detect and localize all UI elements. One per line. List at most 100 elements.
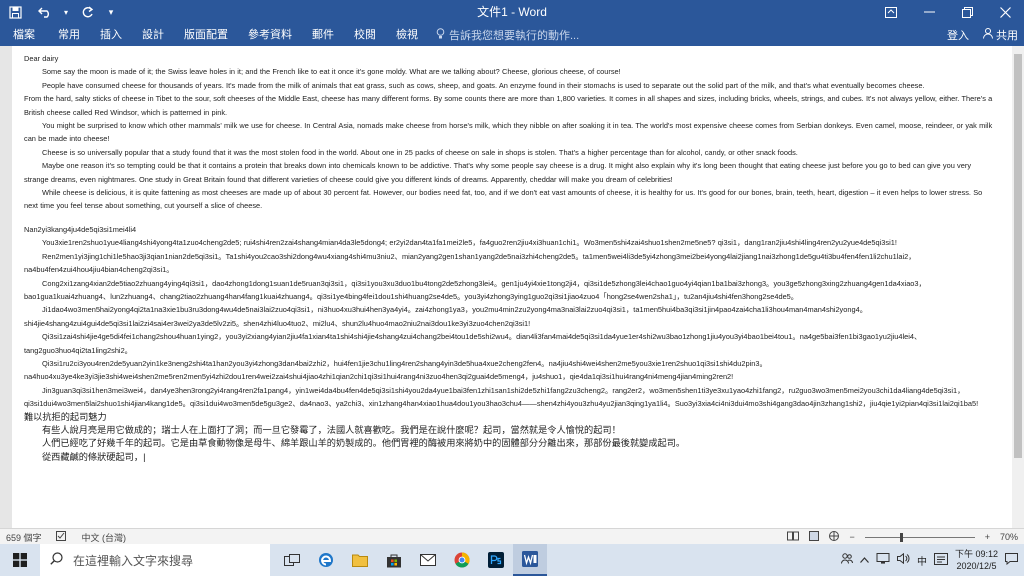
tab-layout[interactable]: 版面配置 (174, 24, 238, 46)
pinyin-title: Nan2yi3kang4ju4de5qi3si1mei4li4 (24, 224, 137, 234)
search-placeholder: 在這裡輸入文字來搜尋 (73, 553, 194, 568)
paragraph: While cheese is delicious, it is quite f… (24, 188, 983, 211)
paragraph: You might be surprised to know which oth… (24, 121, 993, 144)
window-controls (872, 0, 1024, 24)
pinyin-paragraph: You3xie1ren2shuo1yue4liang4shi4yong4ta1z… (42, 238, 897, 248)
chinese-paragraph: 有些人說月亮是用它做成的；瑞士人在上面打了洞；而一旦它發霉了，法國人就喜歡吃。我… (42, 424, 621, 435)
chinese-paragraph-text: 從西藏鹹的條狀硬起司， (42, 451, 144, 462)
redo-icon[interactable] (72, 0, 102, 24)
document-page[interactable]: Dear dairy Some say the moon is made of … (12, 46, 1012, 528)
tell-me-text: 告訴我您想要執行的動作... (449, 30, 580, 42)
pinyin-paragraph: Qi3si1ru2ci3you4ren2de5yuan2yin1ke3neng2… (24, 358, 767, 382)
proofing-icon[interactable] (55, 531, 68, 543)
network-icon[interactable] (876, 553, 890, 567)
taskbar-apps (275, 544, 547, 576)
word-count[interactable]: 659 個字 (6, 531, 42, 544)
volume-icon[interactable] (896, 552, 910, 567)
pinyin-paragraph: Ren2men1yi3jing1chi1le5hao3ji3qian1nian2… (24, 251, 916, 275)
tab-design[interactable]: 設計 (132, 24, 174, 46)
taskbar: 在這裡輸入文字來搜尋 中 下午 09:12 2020/12/5 (0, 544, 1024, 576)
tab-view[interactable]: 檢視 (386, 24, 428, 46)
undo-icon[interactable] (30, 0, 60, 24)
search-icon (50, 552, 63, 568)
chinese-paragraph: 人們已經吃了好幾千年的起司。它是由草食動物像是母牛、綿羊跟山羊的奶製成的。他們胃… (42, 438, 686, 449)
word-window: 文件1 - Word ▾ ▾ 檔案 常用 插入 設計 版面配置 參考資料 郵件 … (0, 0, 1024, 576)
pinyin-paragraph: Ji1dao4wo3men5hai2yong4qi2ta1na3xie1bu3r… (24, 305, 868, 328)
save-icon[interactable] (0, 0, 30, 24)
taskbar-search-box[interactable]: 在這裡輸入文字來搜尋 (40, 544, 270, 576)
ribbon-tabs: 檔案 常用 插入 設計 版面配置 參考資料 郵件 校閱 檢視 告訴我您想要執行的… (0, 24, 579, 46)
minimize-icon[interactable] (910, 0, 948, 24)
pinyin-paragraph: Qi3si1zai4shi4jie4ge5di4fei1chang2shou4h… (24, 332, 922, 355)
tab-review[interactable]: 校閱 (344, 24, 386, 46)
paragraph: People have consumed cheese for thousand… (42, 80, 925, 90)
paragraph: Cheese is so universally popular that a … (42, 147, 798, 157)
edge-browser-icon[interactable] (309, 544, 343, 576)
status-left: 659 個字 中文 (台灣) (6, 529, 126, 545)
store-icon[interactable] (377, 544, 411, 576)
windows-start-icon[interactable] (0, 544, 40, 576)
pinyin-paragraph: Cong2xi1zang4xian2de5tiao2zhuang4ying4qi… (24, 278, 926, 301)
ime-indicator[interactable]: 中 (917, 553, 927, 568)
zoom-out-icon[interactable]: − (849, 532, 854, 542)
restore-icon[interactable] (948, 0, 986, 24)
lightbulb-icon (436, 28, 445, 42)
ribbon-tabs-bar: 檔案 常用 插入 設計 版面配置 參考資料 郵件 校閱 檢視 告訴我您想要執行的… (0, 24, 1024, 46)
vertical-scrollbar[interactable] (1012, 46, 1024, 528)
web-layout-icon[interactable] (829, 531, 840, 543)
ime-mode-icon[interactable] (933, 552, 948, 568)
task-view-icon[interactable] (275, 544, 309, 576)
close-icon[interactable] (986, 0, 1024, 24)
zoom-in-icon[interactable]: + (985, 532, 990, 542)
clock-time: 下午 09:12 (954, 549, 998, 559)
word-app-icon[interactable] (513, 544, 547, 576)
read-mode-icon[interactable] (787, 531, 800, 543)
share-button[interactable]: 共用 (983, 27, 1018, 43)
quick-access-toolbar: ▾ ▾ (0, 0, 120, 24)
chinese-title: 難以抗拒的起司魅力 (24, 411, 107, 422)
sign-in-link[interactable]: 登入 (947, 27, 969, 43)
tab-home[interactable]: 常用 (48, 24, 90, 46)
status-bar: 659 個字 中文 (台灣) − + 70% (0, 528, 1024, 544)
zoom-level[interactable]: 70% (1000, 532, 1018, 542)
clock[interactable]: 下午 09:12 2020/12/5 (955, 548, 998, 572)
chinese-paragraph: 從西藏鹹的條狀硬起司，| (24, 451, 996, 464)
print-layout-icon[interactable] (809, 531, 820, 543)
pinyin-paragraph: Jin3guan3qi3si1hen3mei3wei4，dan4ye3hen3r… (24, 385, 979, 409)
status-right: − + 70% (787, 529, 1018, 545)
photoshop-icon[interactable] (479, 544, 513, 576)
file-explorer-icon[interactable] (343, 544, 377, 576)
scrollbar-thumb[interactable] (1014, 54, 1022, 458)
account-area: 登入 共用 (947, 24, 1018, 46)
window-title: 文件1 - Word (477, 5, 547, 19)
person-icon (983, 28, 993, 42)
text-cursor: | (143, 451, 146, 462)
paragraph: Some say the moon is made of it; the Swi… (42, 67, 621, 77)
language-indicator[interactable]: 中文 (台灣) (82, 531, 127, 544)
zoom-slider-knob[interactable] (899, 532, 903, 542)
tab-file[interactable]: 檔案 (0, 24, 48, 46)
system-tray: 中 下午 09:12 2020/12/5 (840, 544, 1024, 576)
tab-references[interactable]: 參考資料 (238, 24, 302, 46)
paragraph: From the hard, salty sticks of cheese in… (24, 94, 993, 117)
customize-qat-icon[interactable]: ▾ (102, 0, 120, 24)
share-label: 共用 (996, 30, 1018, 42)
mail-icon[interactable] (411, 544, 445, 576)
paragraph: Maybe one reason it's so tempting could … (24, 161, 972, 184)
dropdown-arrow-icon[interactable]: ▾ (60, 0, 72, 24)
tab-mailings[interactable]: 郵件 (302, 24, 344, 46)
title-bar: 文件1 - Word ▾ ▾ (0, 0, 1024, 24)
tab-insert[interactable]: 插入 (90, 24, 132, 46)
notifications-icon[interactable] (1005, 552, 1018, 568)
document-body[interactable]: Dear dairy Some say the moon is made of … (24, 52, 996, 464)
ribbon-display-options-icon[interactable] (872, 0, 910, 24)
chrome-icon[interactable] (445, 544, 479, 576)
clock-date: 2020/12/5 (956, 561, 997, 571)
chevron-up-icon[interactable] (860, 555, 869, 566)
people-icon[interactable] (840, 553, 853, 567)
document-area: Dear dairy Some say the moon is made of … (0, 46, 1024, 528)
zoom-slider[interactable] (864, 532, 975, 542)
greeting-line: Dear dairy (24, 54, 59, 63)
tell-me-box[interactable]: 告訴我您想要執行的動作... (436, 24, 579, 46)
